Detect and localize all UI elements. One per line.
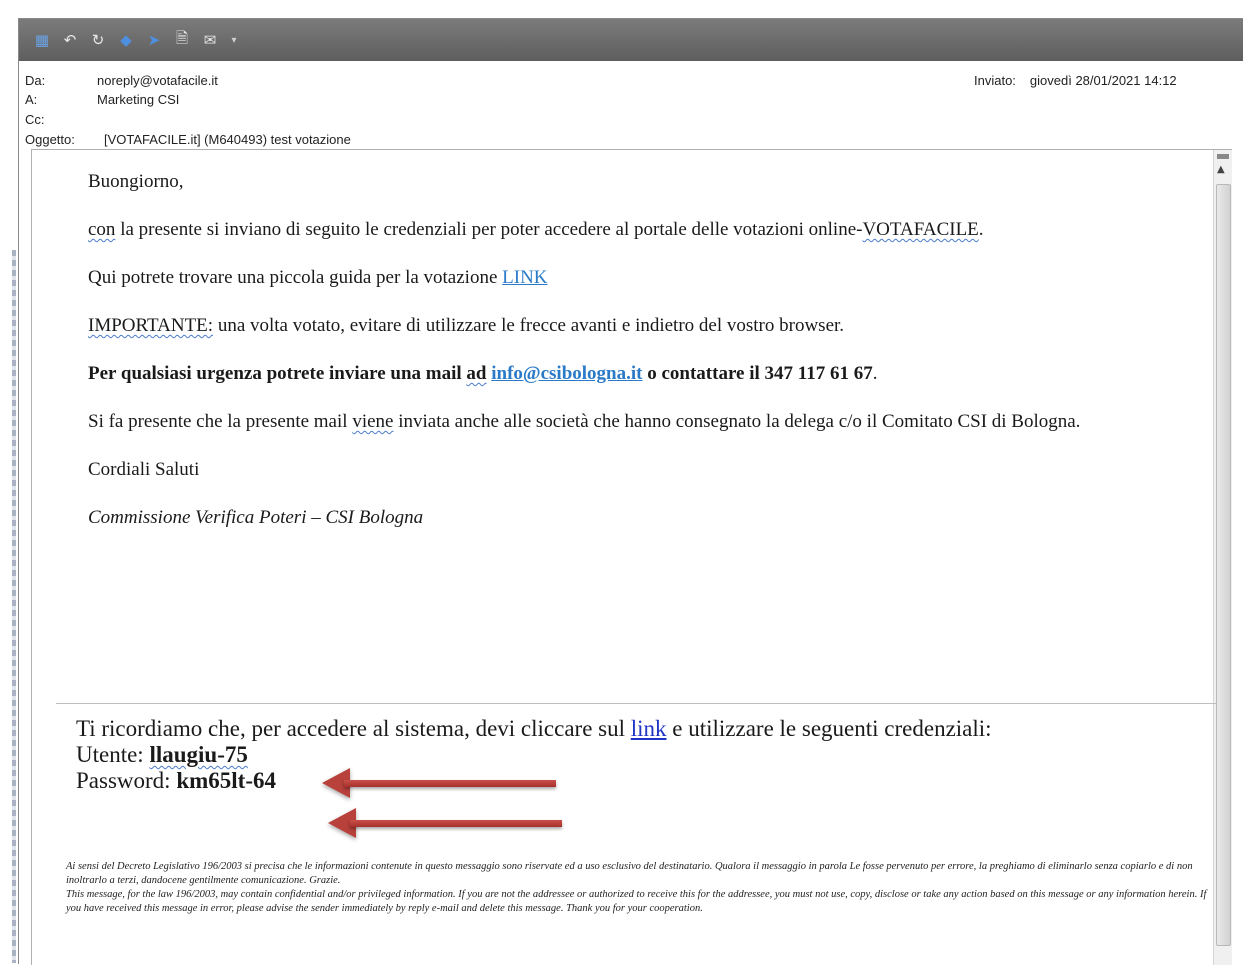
p1-end: .: [978, 219, 984, 240]
sent-value: giovedì 28/01/2021 14:12: [1029, 73, 1177, 88]
message-content: Buongiorno, con la presente si inviano d…: [88, 170, 1208, 554]
paragraph-important: IMPORTANTE: una volta votato, evitare di…: [88, 314, 1208, 338]
quick-access-toolbar: ▦ ↶ ↻ ◆ ➤ 🗎 ✉ ▾: [19, 19, 1243, 61]
customize-dropdown-icon[interactable]: ▾: [227, 29, 241, 51]
password-line: Password: km65lt-64: [76, 768, 1226, 794]
user-line: Utente: llaugiu-75: [76, 742, 1226, 768]
to-label: A:: [25, 92, 38, 107]
disclaimer-english: This message, for the law 196/2003, may …: [66, 889, 1207, 914]
password-label: Password:: [76, 768, 177, 793]
fax-icon[interactable]: ✉: [199, 29, 221, 51]
guide-link[interactable]: LINK: [502, 267, 547, 288]
paragraph-notice: Si fa presente che la presente mail vien…: [88, 410, 1208, 434]
user-value: llaugiu-75: [149, 742, 248, 767]
scroll-up-icon[interactable]: ▲: [1217, 164, 1225, 175]
p1-text: la presente si inviano di seguito le cre…: [115, 219, 863, 240]
reminder-line: Ti ricordiamo che, per accedere al siste…: [76, 716, 1226, 742]
reminder-text: Ti ricordiamo che, per accedere al siste…: [76, 716, 631, 741]
email-window: ▦ ↶ ↻ ◆ ➤ 🗎 ✉ ▾ Da: noreply@votafacile.i…: [18, 18, 1243, 965]
paragraph-guide: Qui potrete trovare una piccola guida pe…: [88, 266, 1208, 290]
login-link[interactable]: link: [631, 716, 667, 741]
from-value[interactable]: noreply@votafacile.it: [97, 73, 218, 88]
user-label: Utente:: [76, 742, 150, 767]
message-body[interactable]: ▲ Buongiorno, con la presente si inviano…: [31, 149, 1232, 965]
redo-icon[interactable]: ↻: [87, 29, 109, 51]
page-edge-rule: [12, 250, 16, 963]
sent-row: Inviato: giovedì 28/01/2021 14:12: [974, 73, 1177, 88]
subject-value: [VOTAFACILE.it] (M640493) test votazione: [104, 132, 351, 147]
user-pointer-arrow: [322, 768, 558, 798]
scrollbar-grip[interactable]: [1217, 154, 1229, 159]
scrollbar-thumb[interactable]: [1216, 184, 1231, 946]
subject-label: Oggetto:: [25, 132, 75, 147]
word-viene: viene: [352, 411, 394, 432]
previous-icon[interactable]: ◆: [115, 29, 137, 51]
vertical-scrollbar[interactable]: ▲: [1213, 150, 1232, 965]
reminder-text-end: e utilizzare le seguenti credenziali:: [666, 716, 992, 741]
save-icon[interactable]: ▦: [31, 29, 53, 51]
closing: Cordiali Saluti: [88, 459, 200, 480]
p2-text: Qui potrete trovare una piccola guida pe…: [88, 267, 503, 288]
word-con: con: [88, 219, 116, 240]
attachment-icon[interactable]: 🗎: [171, 29, 193, 51]
important-word: IMPORTANTE:: [88, 315, 214, 336]
from-label: Da:: [25, 73, 46, 88]
left-margin: [0, 0, 18, 963]
arrow-shaft: [344, 780, 556, 787]
p4-text: Per qualsiasi urgenza potrete inviare un…: [88, 363, 467, 384]
p3-text: una volta votato, evitare di utilizzare …: [213, 315, 845, 336]
legal-disclaimer: Ai sensi del Decreto Legislativo 196/200…: [66, 860, 1211, 916]
arrow-shaft: [350, 820, 562, 827]
password-pointer-arrow: [328, 808, 564, 838]
disclaimer-italian: Ai sensi del Decreto Legislativo 196/200…: [66, 861, 1193, 886]
email-link[interactable]: info@csibologna.it: [491, 363, 642, 384]
paragraph-credentials: con la presente si inviano di seguito le…: [88, 218, 1208, 242]
cc-label: Cc:: [25, 112, 45, 127]
p4-end: .: [872, 363, 878, 384]
credentials-reminder: Ti ricordiamo che, per accedere al siste…: [76, 716, 1226, 794]
greeting: Buongiorno,: [88, 171, 184, 192]
next-icon[interactable]: ➤: [143, 29, 165, 51]
votafacile-word: VOTAFACILE: [862, 219, 979, 240]
p5-text: Si fa presente che la presente mail: [88, 411, 353, 432]
p5-text-end: inviata anche alle società che hanno con…: [393, 411, 1081, 432]
p4-phone: o contattare il 347 117 61 67: [642, 363, 873, 384]
word-ad: ad: [466, 363, 487, 384]
section-divider: [56, 703, 1216, 704]
to-value[interactable]: Marketing CSI: [97, 92, 179, 107]
password-value: km65lt-64: [176, 768, 276, 793]
sent-label: Inviato:: [974, 73, 1016, 88]
undo-icon[interactable]: ↶: [59, 29, 81, 51]
paragraph-urgency: Per qualsiasi urgenza potrete inviare un…: [88, 362, 1208, 386]
signature: Commissione Verifica Poteri – CSI Bologn…: [88, 507, 424, 528]
